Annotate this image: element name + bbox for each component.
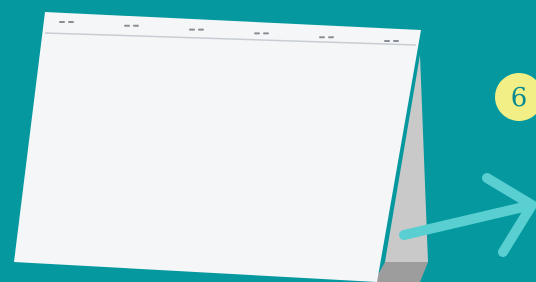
step-badge: 6 — [495, 73, 536, 121]
calendar-stand-shadow — [374, 262, 428, 282]
calendar-ring-loop — [328, 36, 334, 39]
calendar-ring-loop — [254, 32, 260, 35]
calendar-ring-loop — [198, 28, 204, 31]
calendar-ring-loop — [319, 36, 325, 39]
calendar-ring-loop — [393, 40, 399, 42]
desk-calendar — [14, 12, 428, 282]
calendar-page — [14, 12, 421, 282]
calendar-ring-loop — [189, 28, 195, 31]
calendar-ring-loop — [59, 21, 65, 23]
calendar-ring-loop — [263, 32, 269, 35]
calendar-ring-loop — [68, 21, 74, 23]
calendar-ring-loop — [133, 24, 139, 27]
calendar-ring-loop — [384, 40, 390, 42]
step-badge-number: 6 — [511, 83, 528, 113]
illustration: 6 — [14, 12, 536, 282]
calendar-ring-loop — [124, 24, 130, 27]
